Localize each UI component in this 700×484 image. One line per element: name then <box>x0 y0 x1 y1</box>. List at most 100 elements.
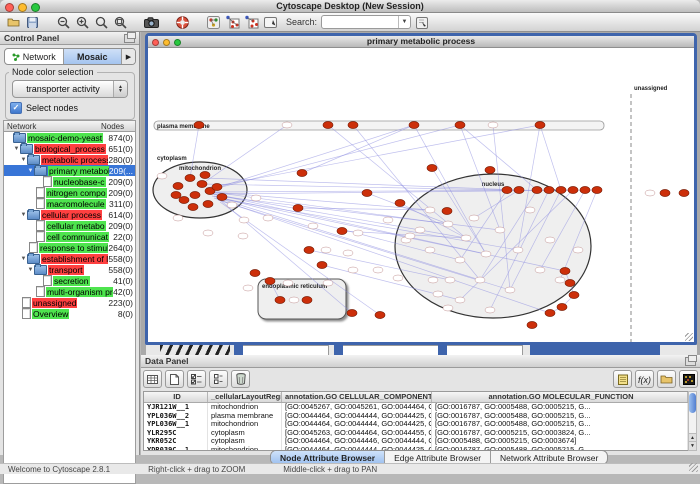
import-attributes-icon[interactable] <box>657 370 676 388</box>
table-row[interactable]: YKR052Ccytoplasm[GO:0044464, GO:0044446,… <box>144 437 688 446</box>
node[interactable] <box>238 233 248 239</box>
minimize-icon[interactable] <box>18 3 27 12</box>
node[interactable] <box>157 173 167 179</box>
attribute-matrix-icon[interactable] <box>679 370 698 388</box>
node[interactable] <box>645 190 655 196</box>
zoom-window-icon[interactable] <box>174 39 181 46</box>
zoom-fit-icon[interactable] <box>113 15 128 29</box>
tree-item-cellular-process[interactable]: ▼cellular process614(0) <box>4 209 135 220</box>
node[interactable] <box>282 122 292 128</box>
node-selected[interactable] <box>679 190 689 197</box>
tree-item-macromolecule[interactable]: macromolecule311(0) <box>4 198 135 209</box>
node[interactable] <box>405 233 415 239</box>
node-selected[interactable] <box>347 310 357 317</box>
network-window-titlebar[interactable]: primary metabolic process <box>148 36 694 48</box>
network-tree-header[interactable]: Network Nodes <box>3 120 136 131</box>
node-selected[interactable] <box>427 165 437 172</box>
unselect-all-attributes-icon[interactable] <box>209 370 228 388</box>
node[interactable] <box>393 275 403 281</box>
network-canvas[interactable]: plasma membranecytoplasmmitochondrionnuc… <box>148 48 694 342</box>
window-resize-grip[interactable] <box>685 333 693 341</box>
expand-arrow-icon[interactable]: ▼ <box>20 157 27 163</box>
camera-icon[interactable] <box>144 15 159 29</box>
background-overview-window[interactable] <box>160 345 230 355</box>
node[interactable] <box>415 227 425 233</box>
search-dropdown-icon[interactable]: ▼ <box>398 16 410 28</box>
node[interactable] <box>227 202 237 208</box>
node[interactable] <box>513 247 523 253</box>
node-selected[interactable] <box>557 304 567 311</box>
tree-item-mosaic-demo-yeast[interactable]: mosaic-demo-yeast874(0) <box>4 132 135 143</box>
node-selected[interactable] <box>185 175 195 182</box>
node[interactable] <box>455 257 465 263</box>
node-selected[interactable] <box>179 197 189 204</box>
table-scrollbar[interactable]: ▲ ▼ <box>688 391 697 451</box>
node[interactable] <box>251 195 261 201</box>
node[interactable] <box>353 230 363 236</box>
minimize-icon[interactable] <box>163 39 170 46</box>
node-selected[interactable] <box>337 228 347 235</box>
node-selected[interactable] <box>544 187 554 194</box>
select-all-attributes-icon[interactable] <box>187 370 206 388</box>
node[interactable] <box>239 217 249 223</box>
node[interactable] <box>283 280 293 286</box>
node[interactable] <box>263 215 273 221</box>
node[interactable] <box>488 122 498 128</box>
background-windows-strip[interactable] <box>146 345 697 355</box>
background-window[interactable] <box>342 345 439 355</box>
node[interactable] <box>505 287 515 293</box>
node-selected[interactable] <box>660 190 670 197</box>
node[interactable] <box>203 230 213 236</box>
node-selected[interactable] <box>395 200 405 207</box>
scrollbar-thumb[interactable] <box>689 393 696 413</box>
float-panel-icon[interactable] <box>124 34 135 43</box>
advanced-search-icon[interactable] <box>415 15 430 29</box>
tab-overflow-icon[interactable]: ▶ <box>122 49 135 64</box>
network-window-traffic-lights[interactable] <box>152 39 181 46</box>
tree-item-multi-organism-pro[interactable]: multi-organism pro42(0) <box>4 286 135 297</box>
tree-col-network[interactable]: Network <box>4 122 101 131</box>
node-selected[interactable] <box>592 187 602 194</box>
background-window[interactable] <box>446 345 523 355</box>
node-selected[interactable] <box>565 280 575 287</box>
edit-network-icon[interactable] <box>263 15 278 29</box>
column-header-2[interactable]: annotation.GO CELLULAR_COMPONENT <box>282 392 432 402</box>
node-selected[interactable] <box>304 247 314 254</box>
search-input[interactable]: ▼ <box>321 15 411 29</box>
node[interactable] <box>481 251 491 257</box>
node-selected[interactable] <box>502 187 512 194</box>
expand-arrow-icon[interactable]: ▼ <box>27 168 34 174</box>
node[interactable] <box>443 305 453 311</box>
node-selected[interactable] <box>194 122 204 129</box>
node-selected[interactable] <box>375 312 385 319</box>
node[interactable] <box>485 307 495 313</box>
node[interactable] <box>475 277 485 283</box>
node-selected[interactable] <box>527 322 537 329</box>
node[interactable] <box>173 215 183 221</box>
node-selected[interactable] <box>556 187 566 194</box>
node[interactable] <box>425 207 435 213</box>
node-selected[interactable] <box>197 181 207 188</box>
attribute-table[interactable]: ID_cellularLayoutRegionannotation.GO CEL… <box>143 391 689 451</box>
node-selected[interactable] <box>250 270 260 277</box>
node[interactable] <box>573 247 583 253</box>
node[interactable] <box>425 247 435 253</box>
zoom-out-icon[interactable] <box>56 15 71 29</box>
zoom-in-icon[interactable] <box>75 15 90 29</box>
column-header-0[interactable]: ID <box>144 392 208 402</box>
close-icon[interactable] <box>5 3 14 12</box>
tree-item-cell-communicat[interactable]: cell communicat22(0) <box>4 231 135 242</box>
table-row[interactable]: YLR295Ccytoplasm[GO:0045263, GO:0044464,… <box>144 429 688 438</box>
node-selected[interactable] <box>200 172 210 179</box>
node[interactable] <box>289 297 299 303</box>
node-selected[interactable] <box>442 208 452 215</box>
tree-item-transport[interactable]: ▼transport558(0) <box>4 264 135 275</box>
node[interactable] <box>495 227 505 233</box>
network-view-window[interactable]: primary metabolic process plasma membran… <box>145 33 697 345</box>
network-graph[interactable]: plasma membranecytoplasmmitochondrionnuc… <box>148 48 694 342</box>
node-selected[interactable] <box>409 122 419 129</box>
node-selected[interactable] <box>569 292 579 299</box>
node[interactable] <box>323 280 333 286</box>
node[interactable] <box>348 267 358 273</box>
node[interactable] <box>443 221 453 227</box>
